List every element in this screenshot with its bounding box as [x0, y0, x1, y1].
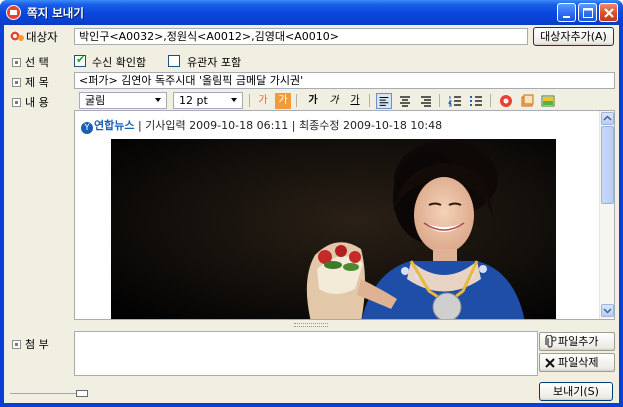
read-receipt-checkbox[interactable]: ✔ — [74, 53, 86, 67]
recipients-label-text: 대상자 — [26, 30, 58, 44]
article-photo — [111, 139, 556, 319]
message-window: 쪽지 보내기 대상자 박인구<A0032>,정원식<A0012>,김영대<A00… — [0, 0, 623, 407]
bullet-icon — [12, 78, 21, 87]
close-button[interactable] — [599, 3, 618, 22]
yonhap-logo-icon: Y — [81, 122, 93, 134]
bullet-icon — [12, 58, 21, 67]
article-meta: | 기사입력 2009-10-18 06:11 | 최종수정 2009-10-1… — [137, 119, 443, 132]
chevron-up-icon — [603, 115, 612, 121]
recipients-icon — [9, 30, 24, 42]
insert-table-icon[interactable] — [519, 93, 535, 109]
toolbar-separator — [439, 94, 440, 107]
client-area: 대상자 박인구<A0032>,정원식<A0012>,김영대<A0010> 대상자… — [4, 25, 619, 403]
align-center-icon[interactable] — [397, 93, 413, 109]
message-editor[interactable]: Y 연합뉴스 | 기사입력 2009-10-18 06:11 | 최종수정 200… — [74, 110, 615, 320]
dropdown-arrow-icon — [231, 98, 237, 102]
checkmark-icon: ✔ — [76, 53, 86, 66]
align-left-icon[interactable] — [376, 93, 392, 109]
bold-icon[interactable]: 가 — [305, 93, 321, 109]
recipients-field[interactable]: 박인구<A0032>,정원식<A0012>,김영대<A0010> — [74, 28, 528, 45]
send-button[interactable]: 보내기(S) — [539, 382, 613, 401]
font-size-select[interactable]: 12 pt — [173, 92, 243, 109]
toolbar-separator — [249, 94, 250, 107]
scroll-up-button[interactable] — [601, 112, 614, 125]
editor-toolbar: 굴림 12 pt 가 가 가 가 가 — [74, 90, 614, 110]
subject-label: 제 목 — [12, 74, 49, 90]
include-related-label[interactable]: 유관자 포함 — [187, 54, 241, 70]
insert-image-icon[interactable] — [540, 93, 556, 109]
add-recipient-button[interactable]: 대상자추가(A) — [533, 27, 614, 46]
italic-icon[interactable]: 가 — [326, 93, 342, 109]
zoom-slider[interactable] — [10, 390, 90, 397]
minimize-button[interactable] — [557, 3, 576, 22]
delete-x-icon — [545, 358, 555, 368]
add-file-button[interactable]: 파일추가 — [539, 332, 615, 351]
content-label: 내 용 — [12, 94, 49, 110]
bullet-icon — [12, 98, 21, 107]
attachments-label: 첨 부 — [12, 336, 49, 352]
maximize-button[interactable] — [578, 3, 597, 22]
scroll-thumb[interactable] — [601, 126, 614, 204]
font-family-select[interactable]: 굴림 — [79, 92, 167, 109]
bullet-icon — [12, 340, 21, 349]
splitter-grip[interactable] — [294, 323, 328, 327]
editor-scrollbar[interactable] — [599, 111, 614, 319]
article-byline: Y 연합뉴스 | 기사입력 2009-10-18 06:11 | 최종수정 200… — [81, 117, 442, 134]
title-bar[interactable]: 쪽지 보내기 — [0, 0, 623, 25]
dropdown-arrow-icon — [155, 98, 161, 102]
scroll-down-button[interactable] — [601, 304, 614, 317]
slider-thumb[interactable] — [76, 390, 88, 397]
delete-file-button[interactable]: 파일삭제 — [539, 353, 615, 372]
window-title: 쪽지 보내기 — [27, 6, 84, 20]
read-receipt-label[interactable]: 수신 확인함 — [92, 54, 146, 70]
numbered-list-icon[interactable] — [447, 93, 463, 109]
skater-photo-image — [111, 139, 556, 319]
include-related-checkbox[interactable] — [168, 55, 180, 67]
toolbar-separator — [369, 94, 370, 107]
toolbar-separator — [490, 94, 491, 107]
highlight-color-icon[interactable]: 가 — [275, 93, 291, 109]
bullet-list-icon[interactable] — [468, 93, 484, 109]
chevron-down-icon — [603, 308, 612, 314]
align-right-icon[interactable] — [418, 93, 434, 109]
minimize-icon — [563, 16, 570, 18]
maximize-icon — [583, 8, 593, 18]
attachment-list[interactable] — [74, 331, 538, 376]
toolbar-separator — [296, 94, 297, 107]
app-icon — [6, 5, 21, 20]
recipients-label[interactable]: 대상자 — [9, 29, 58, 45]
paperclip-icon — [545, 335, 557, 348]
subject-field[interactable]: <퍼가> 김연아 독주시대 '올림픽 금메달 가시권' — [74, 72, 615, 89]
underline-icon[interactable]: 가 — [347, 93, 363, 109]
close-icon — [604, 8, 614, 18]
emoticon-icon[interactable] — [498, 93, 514, 109]
text-color-icon[interactable]: 가 — [255, 93, 271, 109]
options-label: 선 택 — [12, 54, 49, 70]
article-source: 연합뉴스 — [94, 119, 135, 132]
